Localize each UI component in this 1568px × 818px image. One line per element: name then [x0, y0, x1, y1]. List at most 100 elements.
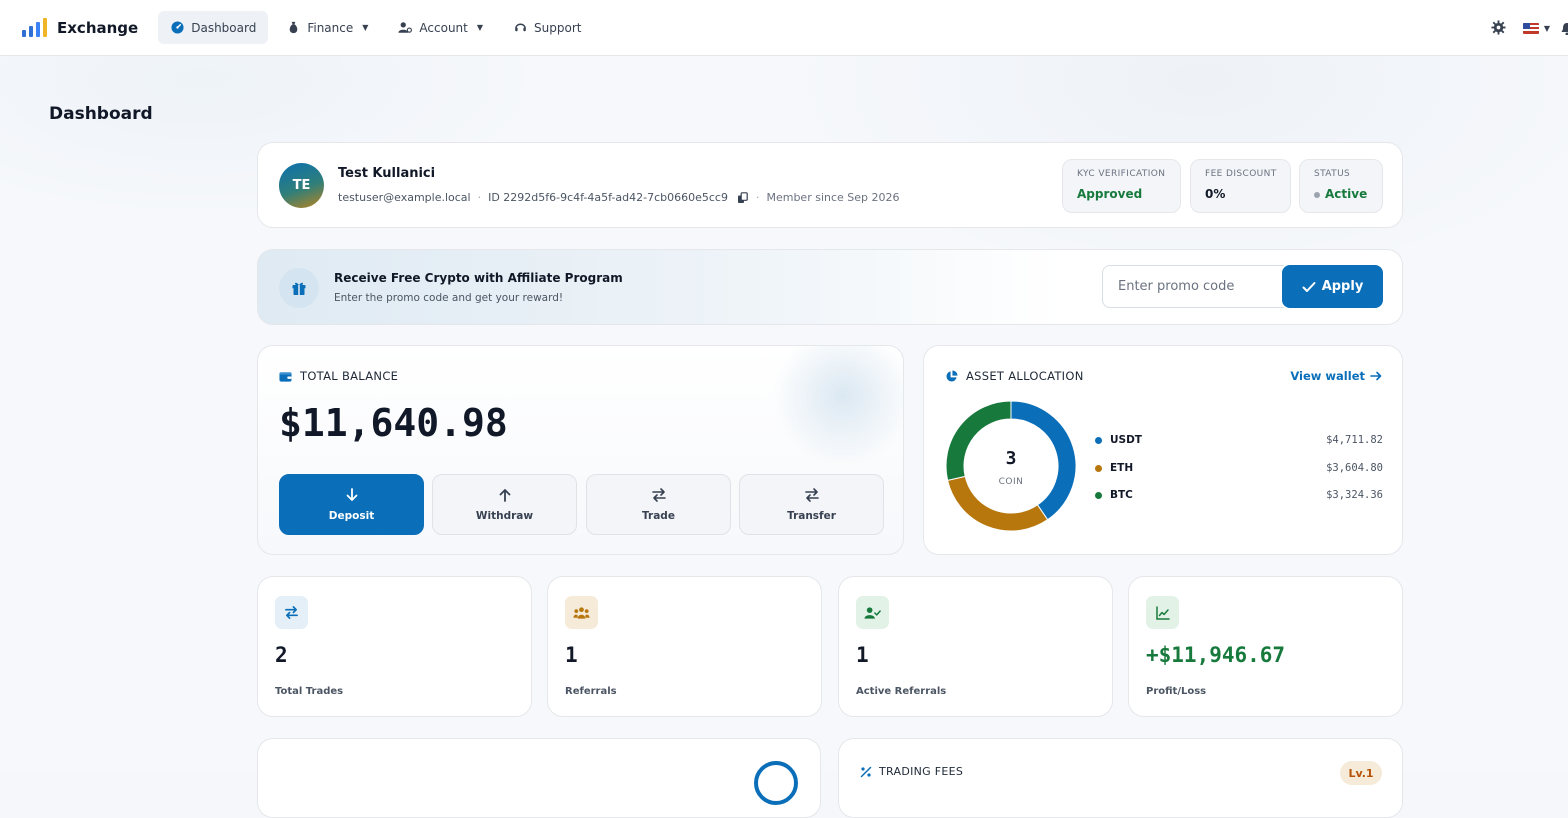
nav-support-label: Support [534, 21, 581, 35]
gear-icon[interactable] [1491, 20, 1507, 36]
stat-card-total-trades: 2 Total Trades [257, 576, 532, 717]
separator-dot: · [756, 191, 760, 204]
profit-loss-value: +$11,946.67 [1146, 643, 1285, 667]
fee-discount-label: FEE DISCOUNT [1205, 169, 1276, 179]
legend-dot [1095, 437, 1102, 444]
deposit-label: Deposit [329, 510, 374, 522]
chevron-down-icon[interactable]: ▼ [1544, 24, 1550, 33]
check-icon [1302, 281, 1316, 293]
legend-value: $4,711.82 [1326, 434, 1383, 446]
asset-allocation-card: ASSET ALLOCATION View wallet 3 COIN USDT… [923, 345, 1403, 555]
wallet-icon [279, 370, 292, 383]
chevron-down-icon: ▼ [362, 23, 368, 32]
separator-dot: · [478, 191, 482, 204]
swap-icon [275, 596, 308, 629]
status-text: Active [1325, 187, 1367, 201]
donut-center-label: COIN [999, 477, 1024, 487]
nav-account-label: Account [419, 21, 467, 35]
member-since: Member since Sep 2026 [766, 191, 899, 204]
apply-label: Apply [1322, 279, 1364, 294]
nav-dashboard[interactable]: Dashboard [158, 11, 268, 44]
headset-icon [513, 21, 527, 35]
legend-name: ETH [1110, 462, 1133, 474]
deposit-button[interactable]: Deposit [279, 474, 424, 535]
brand[interactable]: Exchange [22, 19, 138, 37]
apply-promo-button[interactable]: Apply [1282, 265, 1383, 308]
user-meta: testuser@example.local · ID 2292d5f6-9c4… [338, 191, 900, 204]
status-value: Active [1314, 187, 1368, 201]
nav-account[interactable]: Account ▼ [386, 11, 495, 44]
promo-title: Receive Free Crypto with Affiliate Progr… [334, 271, 623, 285]
avatar: TE [279, 163, 324, 208]
transfer-button[interactable]: Transfer [739, 474, 884, 535]
profile-card: TE Test Kullanici testuser@example.local… [257, 142, 1403, 228]
legend-item-btc: BTC $3,324.36 [1095, 488, 1383, 502]
user-id: ID 2292d5f6-9c4f-4a5f-ad42-7cb0660e5cc9 [488, 191, 728, 204]
legend-dot [1095, 492, 1102, 499]
line-chart-icon [1146, 596, 1179, 629]
nav-dashboard-label: Dashboard [191, 21, 256, 35]
bell-icon[interactable] [1560, 21, 1568, 35]
trade-button[interactable]: Trade [586, 474, 731, 535]
view-wallet-link[interactable]: View wallet [1290, 369, 1382, 383]
stat-card-active-referrals: 1 Active Referrals [838, 576, 1113, 717]
swap-icon [804, 487, 820, 503]
referrals-value: 1 [565, 643, 578, 667]
fee-discount-box: FEE DISCOUNT 0% [1190, 159, 1291, 213]
user-check-icon [856, 596, 889, 629]
gauge-icon [170, 21, 184, 35]
asset-allocation-header: ASSET ALLOCATION [945, 369, 1084, 383]
brand-logo-icon [22, 19, 47, 37]
nav-finance-label: Finance [307, 21, 353, 35]
brand-name: Exchange [57, 19, 138, 37]
legend-value: $3,324.36 [1326, 489, 1383, 501]
total-balance-amount: $11,640.98 [279, 401, 508, 445]
status-label: STATUS [1314, 169, 1368, 179]
legend-item-usdt: USDT $4,711.82 [1095, 433, 1383, 447]
us-flag-icon[interactable] [1523, 23, 1539, 34]
user-gear-icon [398, 21, 412, 35]
total-balance-header: TOTAL BALANCE [279, 369, 398, 383]
donut-center-value: 3 [1006, 448, 1017, 469]
chevron-down-icon: ▼ [477, 23, 483, 32]
withdraw-button[interactable]: Withdraw [432, 474, 577, 535]
promo-code-input[interactable] [1102, 265, 1284, 308]
trade-label: Trade [642, 510, 675, 522]
donut-segment-btc [946, 401, 1011, 480]
total-trades-label: Total Trades [275, 686, 343, 697]
progress-ring [754, 761, 798, 805]
asset-donut-chart: 3 COIN [944, 399, 1078, 533]
fee-discount-value: 0% [1205, 187, 1276, 201]
navbar-actions: ▼ [1491, 0, 1568, 56]
legend-name: BTC [1110, 489, 1133, 501]
referrals-label: Referrals [565, 686, 617, 697]
swap-icon [651, 487, 667, 503]
fee-level-badge: Lv.1 [1340, 761, 1382, 785]
transfer-label: Transfer [787, 510, 836, 522]
pie-chart-icon [945, 370, 958, 383]
account-status-box: STATUS Active [1299, 159, 1383, 213]
total-balance-card: TOTAL BALANCE $11,640.98 Deposit Withdra… [257, 345, 904, 555]
copy-icon[interactable] [737, 192, 749, 204]
nav-finance[interactable]: Finance ▼ [274, 11, 380, 44]
kyc-value: Approved [1077, 187, 1166, 201]
view-wallet-label: View wallet [1290, 369, 1365, 383]
arrow-up-icon [497, 487, 513, 503]
total-balance-label: TOTAL BALANCE [300, 369, 398, 383]
asset-allocation-label: ASSET ALLOCATION [966, 369, 1084, 383]
status-dot [1314, 192, 1320, 198]
promo-card: Receive Free Crypto with Affiliate Progr… [257, 249, 1403, 325]
trading-fees-card: TRADING FEES Lv.1 [838, 738, 1403, 818]
user-name: Test Kullanici [338, 166, 435, 181]
users-icon [565, 596, 598, 629]
top-navbar: Exchange Dashboard Finance ▼ Account ▼ S… [0, 0, 1568, 56]
withdraw-label: Withdraw [476, 510, 533, 522]
profit-loss-label: Profit/Loss [1146, 686, 1206, 697]
bottom-left-card [257, 738, 821, 818]
active-referrals-label: Active Referrals [856, 686, 946, 697]
nav-support[interactable]: Support [501, 11, 593, 44]
legend-name: USDT [1110, 434, 1142, 446]
gift-icon [279, 268, 319, 308]
legend-dot [1095, 465, 1102, 472]
kyc-status-box: KYC VERIFICATION Approved [1062, 159, 1181, 213]
